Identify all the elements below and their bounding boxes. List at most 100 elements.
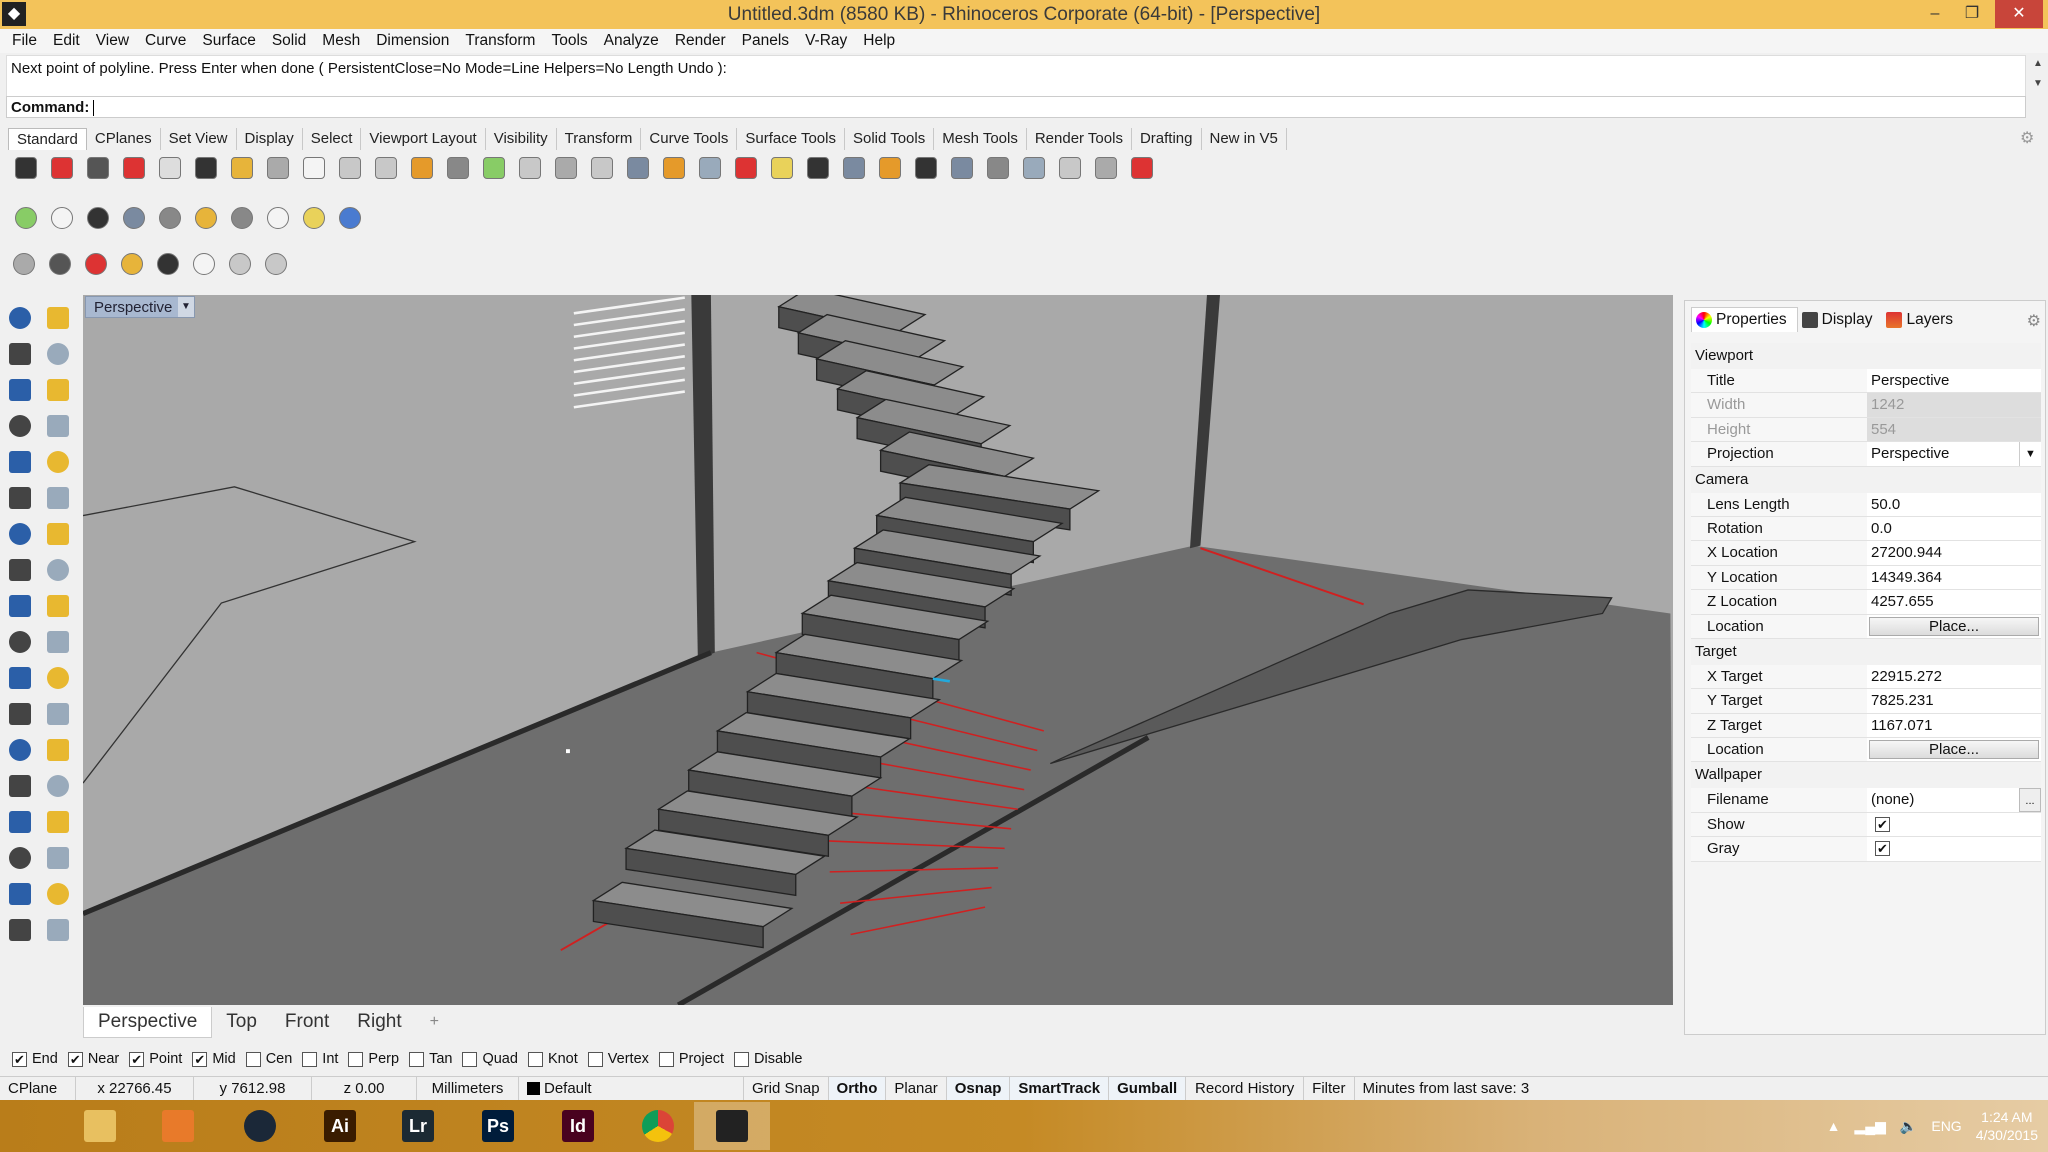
taskbar-indesign[interactable]: Id [540, 1102, 616, 1150]
paste-button[interactable] [260, 152, 296, 184]
z-location-value[interactable]: 4257.655 [1867, 590, 2041, 614]
osnap-disable[interactable]: Disable [734, 1051, 802, 1067]
osnap-near[interactable]: ✔ Near [67, 1051, 119, 1067]
zoom-extents-button[interactable] [476, 152, 512, 184]
volume-icon[interactable]: 🔈 [1900, 1118, 1917, 1135]
gray-value[interactable]: ✔ [1867, 837, 2041, 861]
vray-forest-button[interactable] [296, 202, 332, 234]
osnap-mid[interactable]: ✔ Mid [192, 1051, 236, 1067]
osnap-checkbox[interactable] [348, 1051, 364, 1067]
four-viewports-button[interactable] [584, 152, 620, 184]
vray-settings-button[interactable] [1052, 152, 1088, 184]
print-button[interactable] [116, 152, 152, 184]
tray-expand-icon[interactable]: ▲ [1827, 1118, 1841, 1134]
vray-tags-button[interactable] [80, 202, 116, 234]
menu-file[interactable]: File [4, 29, 45, 53]
taskbar-chrome[interactable] [620, 1102, 696, 1150]
solid-box-tool-button[interactable] [2, 516, 38, 552]
place-button[interactable]: Place... [1869, 616, 2039, 636]
rotation-value[interactable]: 0.0 [1867, 516, 2041, 541]
undo-button[interactable] [296, 152, 332, 184]
toolbar-tab-transform[interactable]: Transform [557, 128, 642, 150]
ellipse-tool-button[interactable] [2, 444, 38, 480]
place-button[interactable]: Place... [1869, 740, 2039, 760]
dome-light-button[interactable] [114, 248, 150, 280]
boolean-split-tool-button[interactable] [40, 660, 76, 696]
osnap-perp[interactable]: Perp [348, 1051, 399, 1067]
x-location-value[interactable]: 27200.944 [1867, 541, 2041, 565]
extrude-tool-button[interactable] [2, 552, 38, 588]
mesh-light-button[interactable] [150, 248, 186, 280]
point-tool-button[interactable] [40, 300, 76, 336]
zoom-window-button[interactable] [440, 152, 476, 184]
lock-button[interactable] [800, 152, 836, 184]
menu-v-ray[interactable]: V-Ray [797, 29, 855, 53]
light-bulb-button[interactable] [764, 152, 800, 184]
osnap-knot[interactable]: Knot [527, 1051, 578, 1067]
open-button[interactable] [44, 152, 80, 184]
ies-light-button[interactable] [222, 248, 258, 280]
menu-analyze[interactable]: Analyze [596, 29, 667, 53]
z-target-value[interactable]: 1167.071 [1867, 713, 2041, 738]
dimension-button[interactable] [1088, 152, 1124, 184]
view-tab-perspective[interactable]: Perspective [83, 1006, 213, 1038]
blend-tool-button[interactable] [40, 696, 76, 732]
copy-button[interactable] [224, 152, 260, 184]
osnap-end[interactable]: ✔ End [12, 1051, 58, 1067]
layer-selector[interactable]: Default [519, 1077, 744, 1100]
osnap-checkbox[interactable]: ✔ [12, 1051, 27, 1067]
menu-view[interactable]: View [88, 29, 137, 53]
osnap-toggle[interactable]: Osnap [946, 1077, 1011, 1100]
menu-transform[interactable]: Transform [457, 29, 543, 53]
toolbar-tab-display[interactable]: Display [237, 128, 303, 150]
dimension-tool-button[interactable] [40, 732, 76, 768]
align-tool-button[interactable] [40, 840, 76, 876]
osnap-project[interactable]: Project [658, 1051, 724, 1067]
command-input[interactable] [93, 100, 95, 117]
menu-surface[interactable]: Surface [194, 29, 263, 53]
arc-tool-button[interactable] [40, 372, 76, 408]
network-icon[interactable]: ▂▄▆ [1854, 1118, 1885, 1135]
osnap-point[interactable]: ✔ Point [129, 1051, 182, 1067]
show-value[interactable]: ✔ [1867, 812, 2041, 837]
directional-light-button[interactable] [258, 248, 294, 280]
cut-button[interactable] [188, 152, 224, 184]
circle-tool-button[interactable] [2, 372, 38, 408]
plane-light-button[interactable] [42, 248, 78, 280]
sphere-blue-button[interactable] [980, 152, 1016, 184]
menu-dimension[interactable]: Dimension [368, 29, 457, 53]
clock[interactable]: 1:24 AM 4/30/2015 [1976, 1108, 2038, 1144]
language-indicator[interactable]: ENG [1931, 1118, 1961, 1134]
rotate-view-button[interactable] [368, 152, 404, 184]
transform-a-tool-button[interactable] [2, 588, 38, 624]
new-file-button[interactable] [8, 152, 44, 184]
grid-tool-button[interactable] [2, 840, 38, 876]
panel-settings-gear-icon[interactable]: ⚙ [2027, 311, 2041, 331]
osnap-vertex[interactable]: Vertex [587, 1051, 649, 1067]
history-scroll-down[interactable]: ▼ [2030, 78, 2046, 89]
command-line[interactable]: Command: [6, 96, 2026, 118]
osnap-circle-button[interactable] [692, 152, 728, 184]
osnap-int[interactable]: Int [302, 1051, 338, 1067]
toolbar-tab-drafting[interactable]: Drafting [1132, 128, 1202, 150]
view-tab-right[interactable]: Right [343, 1007, 415, 1037]
show-checkbox[interactable]: ✔ [1875, 816, 1890, 832]
toolbar-tab-cplanes[interactable]: CPlanes [87, 128, 161, 150]
toolbar-settings-gear-icon[interactable]: ⚙ [2020, 128, 2034, 148]
osnap-checkbox[interactable] [409, 1051, 425, 1067]
menu-help[interactable]: Help [855, 29, 903, 53]
taskbar-file-explorer[interactable] [62, 1102, 138, 1150]
cplane-toggle[interactable]: CPlane [0, 1077, 76, 1100]
points-button[interactable] [728, 152, 764, 184]
boolean-union-tool-button[interactable] [2, 660, 38, 696]
menu-solid[interactable]: Solid [264, 29, 314, 53]
osnap-checkbox[interactable] [734, 1051, 750, 1067]
osnap-checkbox[interactable] [658, 1051, 674, 1067]
analyze-b-tool-button[interactable] [40, 804, 76, 840]
transform-b-tool-button[interactable] [40, 588, 76, 624]
move-tool-button[interactable] [2, 624, 38, 660]
vray-help-button[interactable] [332, 202, 368, 234]
lens-length-value[interactable]: 50.0 [1867, 492, 2041, 516]
view-tab-front[interactable]: Front [271, 1007, 343, 1037]
toolbar-tab-render-tools[interactable]: Render Tools [1027, 128, 1132, 150]
